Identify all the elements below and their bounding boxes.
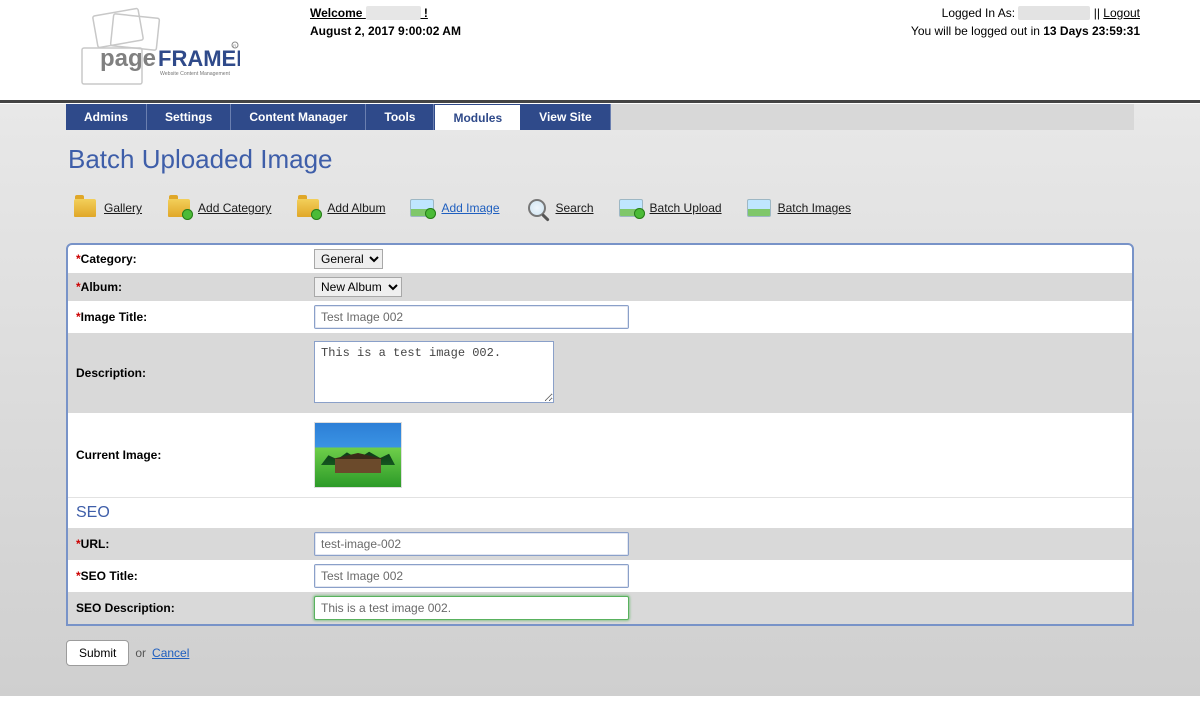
album-select[interactable]: New Album [314,277,402,297]
image-plus-icon [618,195,644,221]
svg-text:page: page [100,45,156,72]
form-actions: Submit or Cancel [66,640,1134,666]
svg-text:R: R [233,43,236,48]
logout-sep: || [1090,6,1103,20]
row-category: *Category: General [68,245,1132,273]
tool-gallery-label: Gallery [104,201,142,215]
nav-tabs: Admins Settings Content Manager Tools Mo… [66,104,1134,130]
form: *Category: General *Album: New Album [66,243,1134,626]
page-title: Batch Uploaded Image [66,130,1134,193]
row-current-image: Current Image: [68,413,1132,497]
tab-modules[interactable]: Modules [434,104,521,130]
tab-admins[interactable]: Admins [66,104,147,130]
svg-text:Website Content Management: Website Content Management [160,71,231,77]
tool-gallery[interactable]: Gallery [72,195,142,221]
tool-search-label: Search [556,201,594,215]
cancel-link[interactable]: Cancel [152,646,189,660]
category-select[interactable]: General [314,249,383,269]
seo-description-input[interactable] [314,596,629,620]
row-url: *URL: [68,528,1132,560]
seo-title-input[interactable] [314,564,629,588]
tab-tools[interactable]: Tools [366,104,434,130]
tool-batch-upload-label: Batch Upload [650,201,722,215]
welcome-block: Welcome xxxx ! August 2, 2017 9:00:02 AM [310,6,461,38]
welcome-suffix: ! [421,6,428,20]
folder-icon [72,195,98,221]
row-seo-description: SEO Description: [68,592,1132,624]
tool-add-album-label: Add Album [327,201,385,215]
tab-view-site[interactable]: View Site [521,104,610,130]
logged-in-prefix: Logged In As: [942,6,1019,20]
folder-plus-icon [295,195,321,221]
row-album: *Album: New Album [68,273,1132,301]
album-label: Album: [81,280,122,294]
timeout-line: You will be logged out in 13 Days 23:59:… [911,24,1140,38]
image-title-input[interactable] [314,305,629,329]
tab-content-manager[interactable]: Content Manager [231,104,366,130]
timeout-prefix: You will be logged out in [911,24,1043,38]
row-image-title: *Image Title: [68,301,1132,333]
tool-batch-images-label: Batch Images [778,201,851,215]
tool-add-image[interactable]: Add Image [409,195,499,221]
folder-plus-icon [166,195,192,221]
login-block: Logged In As: xxxxxx || Logout You will … [911,6,1140,38]
description-label: Description: [76,366,146,380]
toolbar: Gallery Add Category Add Album Add Image… [66,193,1134,243]
description-textarea[interactable] [314,341,554,403]
logged-in-user-redacted: xxxxxx [1018,6,1090,20]
login-line: Logged In As: xxxxxx || Logout [911,6,1140,20]
tool-batch-images[interactable]: Batch Images [746,195,851,221]
welcome-prefix: Welcome [310,6,366,20]
category-label: Category: [81,252,137,266]
url-label: URL: [81,537,110,551]
seo-desc-label: SEO Description: [76,601,175,615]
image-icon [746,195,772,221]
tool-add-album[interactable]: Add Album [295,195,385,221]
header-bar: page FRAMER Website Content Management R… [0,0,1200,100]
logo: page FRAMER Website Content Management R [60,6,240,91]
row-description: Description: [68,333,1132,413]
image-title-label: Image Title: [81,310,147,324]
url-input[interactable] [314,532,629,556]
date-line: August 2, 2017 9:00:02 AM [310,24,461,38]
svg-text:FRAMER: FRAMER [158,46,240,71]
tool-search[interactable]: Search [524,195,594,221]
tool-add-image-label: Add Image [441,201,499,215]
or-text: or [135,646,146,660]
tab-settings[interactable]: Settings [147,104,231,130]
submit-button[interactable]: Submit [66,640,129,666]
tool-add-category-label: Add Category [198,201,271,215]
current-image-thumbnail[interactable] [314,422,402,488]
current-image-label: Current Image: [76,448,161,462]
welcome-line: Welcome xxxx ! [310,6,461,20]
welcome-user-redacted: xxxx [366,6,421,20]
tool-add-category[interactable]: Add Category [166,195,271,221]
seo-title-label: SEO Title: [81,569,138,583]
image-plus-icon [409,195,435,221]
timeout-value: 13 Days 23:59:31 [1043,24,1140,38]
seo-heading: SEO [68,497,1132,528]
logout-link[interactable]: Logout [1103,6,1140,20]
tool-batch-upload[interactable]: Batch Upload [618,195,722,221]
row-seo-title: *SEO Title: [68,560,1132,592]
search-icon [524,195,550,221]
